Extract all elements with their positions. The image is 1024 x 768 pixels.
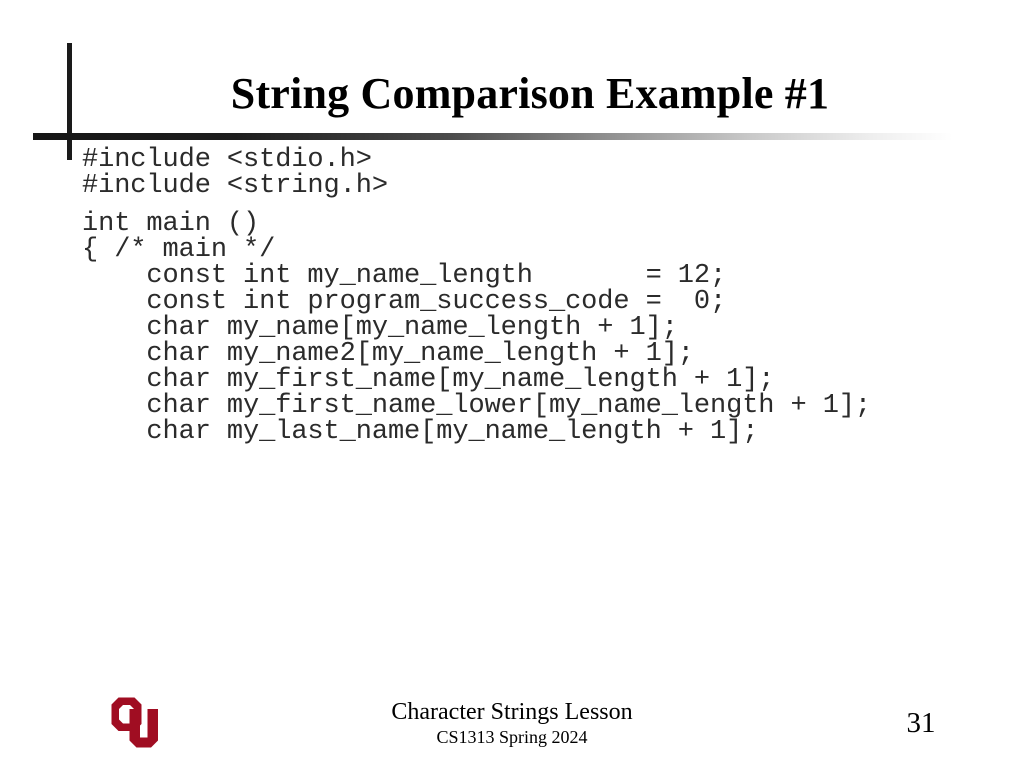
page-title: String Comparison Example #1 bbox=[230, 69, 830, 118]
slide-canvas: String Comparison Example #1 #include <s… bbox=[0, 0, 1024, 768]
code-line: const int program_success_code = 0; bbox=[82, 287, 727, 317]
code-block: int main (){ /* main */ const int my_nam… bbox=[82, 209, 982, 447]
code-line: #include <stdio.h> bbox=[82, 145, 372, 175]
code-line: char my_last_name[my_name_length + 1]; bbox=[82, 417, 759, 447]
code-line: char my_name2[my_name_length + 1]; bbox=[82, 339, 694, 369]
footer-course-label: CS1313 Spring 2024 bbox=[436, 727, 588, 747]
ou-logo-icon bbox=[108, 694, 170, 756]
footer-lesson-title: Character Strings Lesson bbox=[391, 699, 633, 725]
title-horizontal-rule bbox=[33, 133, 953, 140]
page-number: 31 bbox=[906, 707, 936, 739]
code-line: #include <string.h> bbox=[82, 171, 388, 201]
code-line: const int my_name_length = 12; bbox=[82, 261, 727, 291]
title-vertical-rule bbox=[67, 43, 72, 160]
code-line: char my_first_name[my_name_length + 1]; bbox=[82, 365, 775, 395]
footer-text: Character Strings Lesson CS1313 Spring 2… bbox=[262, 698, 762, 748]
code-line: { /* main */ bbox=[82, 235, 276, 265]
code-line: int main () bbox=[82, 209, 260, 239]
code-line: char my_name[my_name_length + 1]; bbox=[82, 313, 678, 343]
code-line: char my_first_name_lower[my_name_length … bbox=[82, 391, 872, 421]
code-block: #include <stdio.h> #include <string.h> bbox=[82, 145, 982, 201]
code-listing: #include <stdio.h> #include <string.h> int… bbox=[82, 145, 982, 447]
